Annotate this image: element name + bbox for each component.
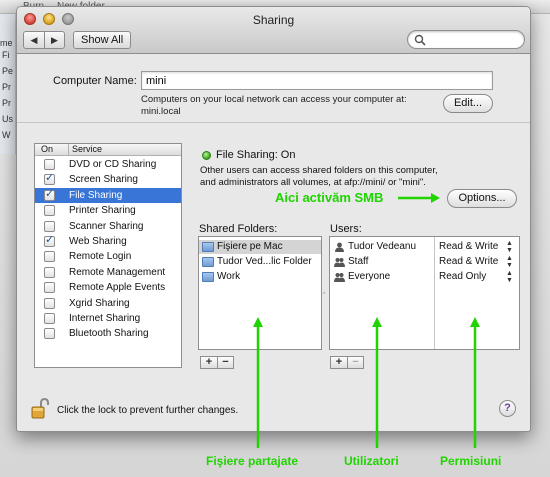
- arrow-to-folders-icon: [253, 317, 263, 448]
- arrow-to-options-icon: [398, 193, 440, 203]
- annotation-arrows: [253, 193, 480, 448]
- arrow-to-users-icon: [372, 317, 382, 448]
- arrow-to-permissions-icon: [470, 317, 480, 448]
